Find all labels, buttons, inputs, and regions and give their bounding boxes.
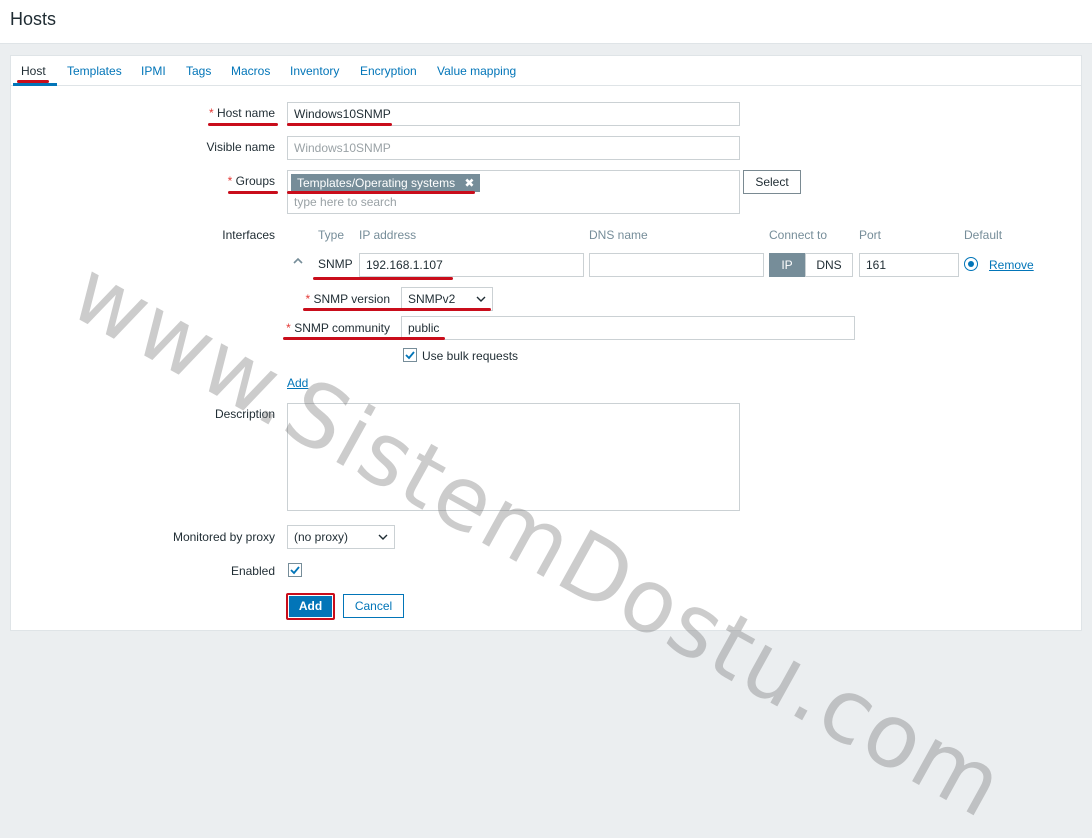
add-button-highlight: Add	[286, 593, 335, 620]
radio-dot	[968, 261, 974, 267]
connect-ip-button[interactable]: IP	[769, 253, 805, 277]
port-input[interactable]	[859, 253, 959, 277]
interfaces-header-type: Type	[318, 228, 345, 242]
interfaces-header-port: Port	[859, 228, 882, 242]
snmp-version-value: SNMPv2	[408, 292, 456, 306]
highlight-underline-groups-tag	[287, 191, 475, 194]
snmp-community-input[interactable]	[401, 316, 855, 340]
highlight-underline-snmp-version	[303, 308, 491, 311]
highlight-underline-host-tab	[17, 80, 49, 83]
active-tab-indicator	[13, 83, 57, 86]
tab-tags[interactable]: Tags	[186, 64, 211, 78]
cancel-button[interactable]: Cancel	[343, 594, 404, 618]
highlight-underline-host-name-value	[287, 123, 392, 126]
description-label: Description	[214, 407, 275, 421]
highlight-underline-snmp-community	[283, 337, 445, 340]
ip-address-input[interactable]	[359, 253, 584, 277]
default-interface-radio[interactable]	[964, 257, 978, 271]
host-form-panel: Host Templates IPMI Tags Macros Inventor…	[10, 55, 1082, 631]
highlight-underline-groups-label	[228, 191, 278, 194]
group-tag-label: Templates/Operating systems	[297, 176, 456, 190]
tab-encryption[interactable]: Encryption	[360, 64, 417, 78]
groups-label: Groups	[228, 174, 275, 188]
monitored-by-proxy-label: Monitored by proxy	[172, 530, 275, 544]
tab-templates[interactable]: Templates	[67, 64, 122, 78]
groups-search-placeholder[interactable]: type here to search	[294, 195, 397, 209]
tab-ipmi[interactable]: IPMI	[141, 64, 166, 78]
interfaces-header-ip: IP address	[359, 228, 417, 242]
tab-macros[interactable]: Macros	[231, 64, 270, 78]
highlight-underline-host-name-label	[208, 123, 278, 126]
visible-name-label: Visible name	[206, 140, 275, 154]
group-tag: Templates/Operating systems ✖	[291, 174, 481, 192]
host-name-label: Host name	[209, 106, 275, 120]
remove-interface-link[interactable]: Remove	[989, 258, 1034, 272]
snmp-community-label: SNMP community	[286, 321, 390, 335]
interfaces-label: Interfaces	[222, 228, 275, 242]
tab-value-mapping[interactable]: Value mapping	[437, 64, 516, 78]
add-interface-link[interactable]: Add	[287, 376, 308, 390]
connect-dns-button[interactable]: DNS	[805, 253, 853, 277]
description-textarea[interactable]	[287, 403, 740, 511]
collapse-chevron-icon[interactable]	[291, 254, 305, 268]
page-header: Hosts	[0, 0, 1092, 44]
interfaces-header-connect-to: Connect to	[769, 228, 828, 242]
tab-bar: Host Templates IPMI Tags Macros Inventor…	[11, 56, 1081, 86]
interfaces-header-dns: DNS name	[589, 228, 648, 242]
enabled-label: Enabled	[230, 564, 275, 578]
remove-tag-icon[interactable]: ✖	[464, 176, 474, 190]
proxy-value: (no proxy)	[294, 530, 349, 544]
enabled-checkbox[interactable]	[288, 563, 302, 577]
chevron-down-icon	[476, 288, 486, 319]
use-bulk-requests-label: Use bulk requests	[422, 349, 519, 363]
tab-host[interactable]: Host	[21, 64, 46, 78]
snmp-version-label: SNMP version	[306, 292, 390, 306]
highlight-underline-interface-row	[313, 277, 453, 280]
interface-type: SNMP	[318, 257, 353, 271]
page-title: Hosts	[10, 9, 57, 29]
dns-name-input[interactable]	[589, 253, 764, 277]
use-bulk-requests-checkbox[interactable]	[403, 348, 417, 362]
visible-name-input[interactable]	[287, 136, 740, 160]
groups-select-button[interactable]: Select	[743, 170, 801, 194]
add-button[interactable]: Add	[289, 596, 332, 617]
chevron-down-icon	[378, 526, 388, 557]
tab-inventory[interactable]: Inventory	[290, 64, 339, 78]
interfaces-header-default: Default	[964, 228, 1003, 242]
proxy-select[interactable]: (no proxy)	[287, 525, 395, 549]
